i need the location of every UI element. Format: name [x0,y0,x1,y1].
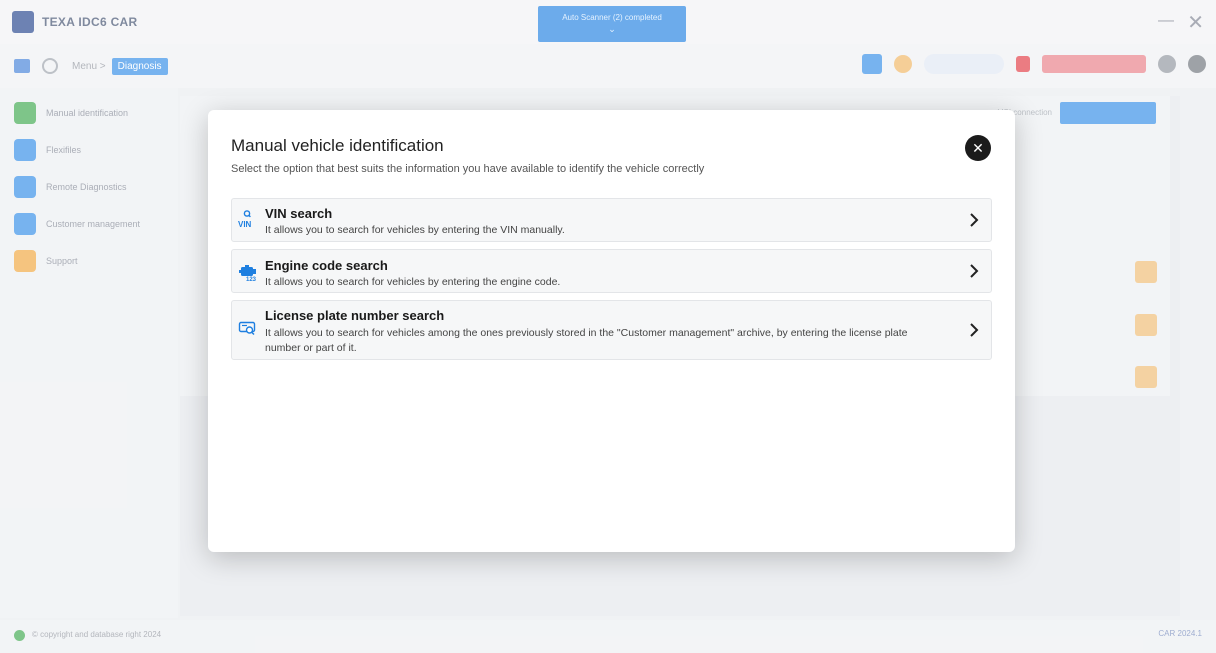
engine-code-search-option[interactable]: 123 Engine code search It allows you to … [231,249,992,293]
option-description: It allows you to search for vehicles by … [265,276,561,288]
close-button[interactable]: ✕ [965,135,991,161]
chevron-right-icon [970,213,979,227]
license-plate-icon [238,321,256,336]
license-plate-search-option[interactable]: License plate number search It allows yo… [231,300,992,360]
option-description: It allows you to search for vehicles by … [265,224,565,236]
manual-identification-dialog: Manual vehicle identification Select the… [208,110,1015,552]
svg-text:VIN: VIN [238,220,252,229]
vin-search-option[interactable]: VIN VIN search It allows you to search f… [231,198,992,242]
engine-code-icon: 123 [239,265,257,282]
svg-text:123: 123 [246,277,257,282]
dialog-subtitle: Select the option that best suits the in… [231,163,705,175]
option-title: License plate number search [265,308,445,323]
chevron-right-icon [970,323,979,337]
option-title: VIN search [265,206,333,221]
option-title: Engine code search [265,258,388,273]
option-description: It allows you to search for vehicles amo… [265,327,908,354]
vin-search-icon: VIN [238,210,252,229]
dialog-title: Manual vehicle identification [231,136,444,155]
chevron-right-icon [970,264,979,278]
close-icon: ✕ [972,139,984,156]
